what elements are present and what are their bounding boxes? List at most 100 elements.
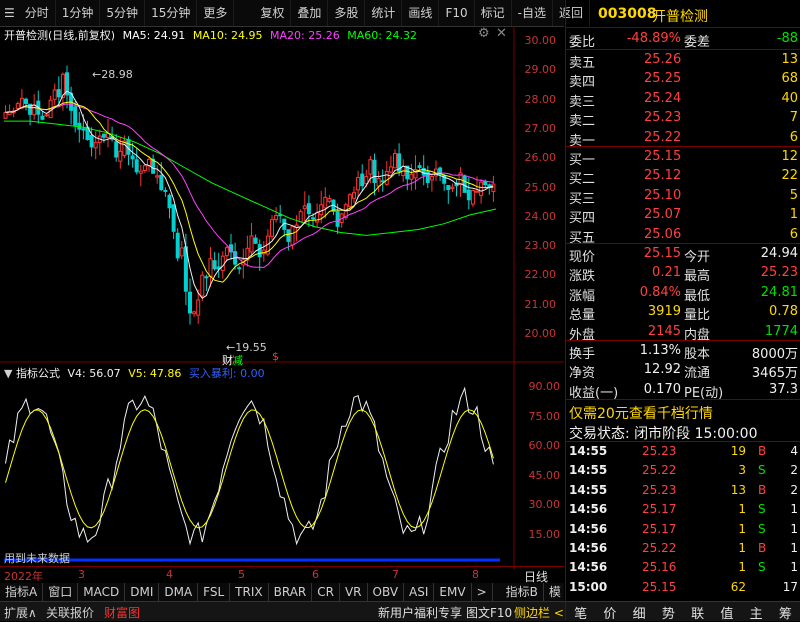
indicator-tick: 15.00 (528, 527, 561, 541)
indicator-tick: 45.00 (528, 468, 561, 482)
expand-button[interactable]: 扩展∧ (4, 604, 37, 621)
f10-button[interactable]: F10 (439, 0, 475, 26)
indicator-tab[interactable]: BRAR (269, 583, 313, 601)
quote-row: 涨幅 0.84% 最低 24.81 (569, 284, 798, 304)
tick-row: 14:56 25.17 1 S 1 (569, 521, 798, 536)
book-row: 买一 25.15 12 (569, 149, 798, 168)
multistock-button[interactable]: 多股 (328, 0, 366, 26)
x-label-year: 2022年 (4, 570, 43, 583)
tab-1min[interactable]: 1分钟 (56, 0, 101, 26)
tick-row: 14:55 25.23 13 B 2 (569, 482, 798, 497)
indicator-tick: 30.00 (528, 498, 561, 511)
indicator-tab[interactable]: DMI (125, 583, 160, 601)
x-label-7: 7 (392, 568, 399, 581)
tick-row: 15:00 25.15 62 17 (569, 579, 798, 594)
future-data-note: 用到未来数据 (4, 552, 70, 565)
overlay-button[interactable]: 叠加 (291, 0, 329, 26)
promo-row[interactable]: 仅需20元查看千档行情 (566, 401, 800, 423)
indicator-tab[interactable]: TRIX (230, 583, 269, 601)
stats-button[interactable]: 统计 (365, 0, 403, 26)
tick-row: 14:55 25.22 3 S 2 (569, 463, 798, 478)
x-label-3: 3 (78, 568, 85, 581)
book-row: 卖五 25.26 13 (569, 52, 798, 71)
wealth-chart-tab[interactable]: 财富图 (104, 604, 140, 621)
stock-code: 003008 (598, 6, 657, 22)
indicator-tab[interactable]: 指标B (501, 583, 544, 601)
indicator-tick: 75.00 (528, 409, 561, 423)
indicator-menu-icon[interactable]: ▼ (4, 367, 12, 380)
indicator-tab[interactable]: 窗口 (43, 583, 79, 601)
book-row: 卖三 25.24 40 (569, 90, 798, 110)
top-toolbar: ☰ 分时 1分钟 5分钟 15分钟 更多 复权 叠加 多股 统计 画线 F10 … (0, 0, 590, 27)
book-row: 买三 25.10 5 (569, 187, 798, 207)
indicator-tick: 60.00 (528, 439, 561, 452)
stock-header: 003008 开普检测 (566, 4, 800, 26)
new-user-promo[interactable]: 新用户福利专享 (378, 604, 462, 621)
fund-row: 换手 1.13% 股本 8000万 (569, 343, 798, 362)
kline-chart (0, 26, 564, 570)
price-tick: 22.00 (524, 268, 557, 282)
x-label-5: 5 (238, 568, 245, 581)
indicator-tab[interactable]: > (472, 583, 493, 601)
f10-tab[interactable]: 图文F10 (466, 604, 512, 621)
book-row: 买四 25.07 1 (569, 207, 798, 227)
price-tick: 20.00 (524, 327, 557, 340)
book-row: 卖二 25.23 7 (569, 110, 798, 130)
sidebar-toggle[interactable]: 侧边栏 < (514, 604, 564, 621)
tick-row: 14:56 25.22 1 B 1 (569, 541, 798, 555)
indicator-tab[interactable]: 模 (544, 583, 564, 601)
indicator-tabs: 指标A 窗口 MACD DMI DMA FSL TRIX BRAR CR VR OBV ASI EMV >… (0, 583, 564, 601)
indicator-tab[interactable]: MACD (78, 583, 126, 601)
watchlist-remove-button[interactable]: -自选 (512, 0, 553, 26)
weibi-row: 委比 -48.89% 委差 -88 (569, 31, 798, 50)
quote-row: 现价 25.15 今开 24.94 (569, 246, 798, 265)
indicator-tick: 90.00 (528, 380, 561, 393)
quote-row: 涨跌 0.21 最高 25.23 (569, 265, 798, 285)
indicator-title[interactable]: 指标公式 (16, 367, 60, 380)
book-row: 买五 25.06 6 (569, 226, 798, 246)
price-tick: 21.00 (524, 297, 557, 311)
tick-row: 14:56 25.17 1 S 1 (569, 502, 798, 517)
menu-icon[interactable]: ☰ (0, 6, 19, 20)
draw-button[interactable]: 画线 (402, 0, 440, 26)
price-tick: 30.00 (524, 34, 557, 47)
book-row: 卖一 25.22 6 (569, 129, 798, 149)
indicator-legend: ▼ 指标公式 V4: 56.07 V5: 47.86 买入暴利: 0.00 (4, 365, 265, 381)
related-quote-tab[interactable]: 关联报价 (46, 604, 94, 621)
mark-button[interactable]: 标记 (475, 0, 512, 26)
price-tick: 27.00 (524, 121, 557, 135)
indicator-tab[interactable]: CR (312, 583, 340, 601)
x-axis: 2022年 3 4 5 6 7 8 日线 (0, 566, 564, 584)
price-tick: 26.00 (524, 151, 557, 165)
promo-link[interactable]: 仅需20元查看千档行情 (569, 403, 713, 423)
book-row: 卖四 25.25 68 (569, 71, 798, 91)
book-row: 买二 25.12 22 (569, 168, 798, 188)
buy-legend: 买入暴利: 0.00 (188, 367, 265, 380)
indicator-tab[interactable]: VR (340, 583, 368, 601)
tick-row: 14:56 25.16 1 S 1 (569, 560, 798, 575)
v5-legend: V5: 47.86 (128, 367, 182, 380)
fund-row: 收益(一) 0.170 PE(动) 37.3 (569, 381, 798, 401)
x-label-6: 6 (312, 568, 319, 581)
tab-5min[interactable]: 5分钟 (100, 0, 146, 26)
high-marker: ←28.98 (92, 68, 133, 81)
tick-row: 14:55 25.23 19 B 4 (569, 444, 798, 458)
ma5-line (5, 90, 494, 299)
fund-row: 净资 12.92 流通 3465万 (569, 362, 798, 382)
s-marker: $ (272, 350, 279, 363)
indicator-tab[interactable]: EMV (434, 583, 472, 601)
indicator-tab[interactable]: OBV (368, 583, 405, 601)
tab-more[interactable]: 更多 (197, 0, 235, 26)
quote-row: 总量 3919 量比 0.78 (569, 304, 798, 324)
fuquan-button[interactable]: 复权 (254, 0, 292, 26)
indicator-tab[interactable]: FSL (198, 583, 231, 601)
tab-fenshi[interactable]: 分时 (19, 0, 56, 26)
tab-15min[interactable]: 15分钟 (145, 0, 198, 26)
x-label-8: 8 (472, 568, 479, 581)
indicator-tab[interactable]: DMA (159, 583, 199, 601)
price-tick: 25.00 (524, 180, 557, 194)
v4-legend: V4: 56.07 (67, 367, 121, 380)
indicator-tab[interactable]: 指标A (0, 583, 44, 601)
price-tick: 28.00 (524, 92, 557, 106)
indicator-tab[interactable]: ASI (404, 583, 435, 601)
